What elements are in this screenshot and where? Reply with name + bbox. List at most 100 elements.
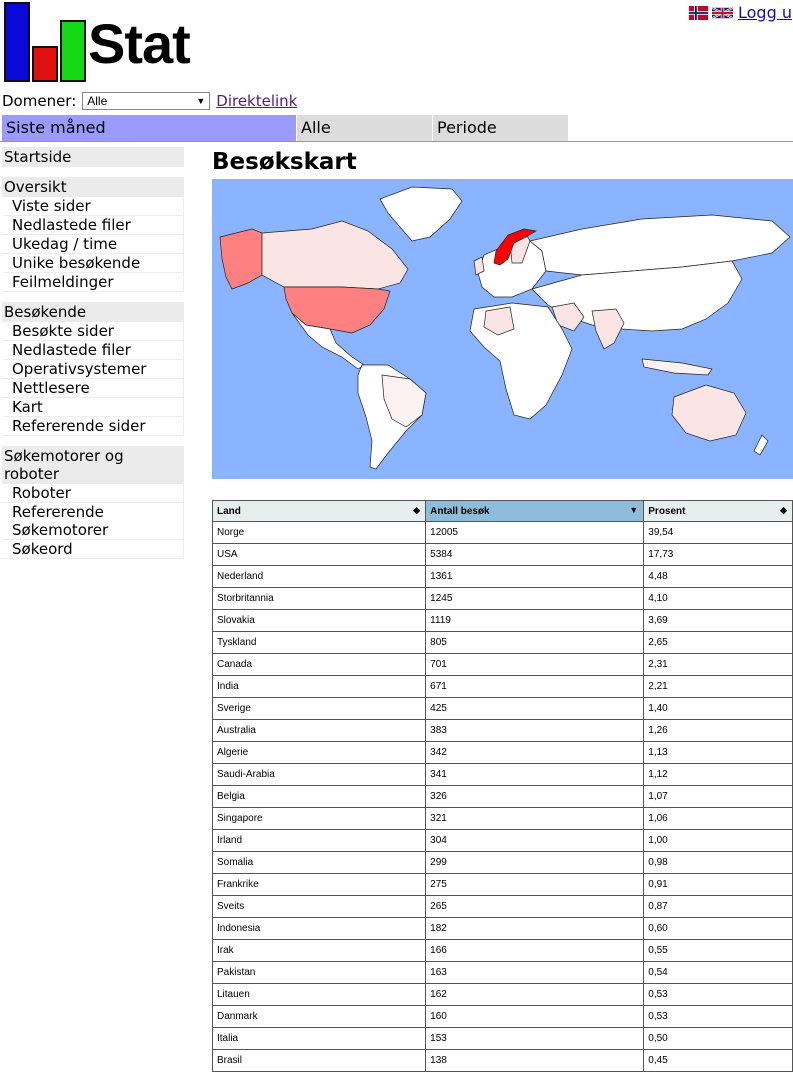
country-cell: Irak <box>211 939 427 962</box>
domain-filter-row: Domener: Alle ▼ Direktelink <box>2 91 297 111</box>
percent-cell: 2,21 <box>643 675 793 698</box>
sidebar-item-unike-besokende[interactable]: Unike besøkende <box>2 254 184 273</box>
map-region-alaska <box>219 228 263 290</box>
percent-cell: 1,40 <box>643 697 793 720</box>
country-cell: Storbritannia <box>211 587 427 610</box>
sidebar-item-operativsystemer[interactable]: Operativsystemer <box>2 360 184 379</box>
percent-cell: 39,54 <box>643 521 793 544</box>
sidebar-item-nedlastede-filer-2[interactable]: Nedlastede filer <box>2 341 184 360</box>
table-row: Litauen 162 0,53 <box>211 983 793 1006</box>
visits-cell: 182 <box>425 917 645 940</box>
visits-cell: 425 <box>425 697 645 720</box>
table-row: Belgia 326 1,07 <box>211 785 793 808</box>
visits-cell: 342 <box>425 741 645 764</box>
percent-cell: 1,07 <box>643 785 793 808</box>
percent-cell: 2,31 <box>643 653 793 676</box>
country-cell: Singapore <box>211 807 427 830</box>
table-row: Irland 304 1,00 <box>211 829 793 852</box>
tab-siste-maned[interactable]: Siste måned <box>2 115 296 141</box>
visits-cell: 153 <box>425 1027 645 1050</box>
sidebar-item-roboter[interactable]: Roboter <box>2 484 184 503</box>
table-row: Pakistan 163 0,54 <box>211 961 793 984</box>
direct-link[interactable]: Direktelink <box>216 92 297 110</box>
norwegian-flag-icon[interactable] <box>688 5 709 20</box>
sidebar-item-besokte-sider[interactable]: Besøkte sider <box>2 322 184 341</box>
percent-cell: 0,53 <box>643 983 793 1006</box>
percent-cell: 2,65 <box>643 631 793 654</box>
domain-select[interactable]: Alle ▼ <box>82 92 211 110</box>
table-row: Algerie 342 1,13 <box>211 741 793 764</box>
percent-cell: 0,55 <box>643 939 793 962</box>
map-region-indonesia <box>641 358 713 376</box>
table-row: Frankrike 275 0,91 <box>211 873 793 896</box>
table-row: Storbritannia 1245 4,10 <box>211 587 793 610</box>
visits-cell: 12005 <box>425 521 645 544</box>
visits-cell: 162 <box>425 983 645 1006</box>
domain-label: Domener: <box>2 92 77 110</box>
sort-both-icon: ◆ <box>780 505 787 515</box>
sidebar-item-nedlastede-filer[interactable]: Nedlastede filer <box>2 216 184 235</box>
visitor-world-map[interactable] <box>212 179 793 479</box>
map-region-russia <box>529 214 791 276</box>
country-cell: Slovakia <box>211 609 427 632</box>
period-tabs: Siste måned Alle Periode <box>0 115 793 142</box>
percent-cell: 1,12 <box>643 763 793 786</box>
visits-cell: 341 <box>425 763 645 786</box>
country-cell: Somalia <box>211 851 427 874</box>
percent-cell: 1,06 <box>643 807 793 830</box>
table-row: Australia 383 1,26 <box>211 719 793 742</box>
tab-alle[interactable]: Alle <box>297 115 432 141</box>
sidebar-item-feilmeldinger[interactable]: Feilmeldinger <box>2 273 184 292</box>
percent-cell: 0,60 <box>643 917 793 940</box>
sidebar-item-nettlesere[interactable]: Nettlesere <box>2 379 184 398</box>
tab-periode[interactable]: Periode <box>433 115 568 141</box>
column-header-antall-besok[interactable]: Antall besøk ▼ <box>425 500 645 522</box>
percent-cell: 0,91 <box>643 873 793 896</box>
table-row: Brasil 138 0,45 <box>211 1049 793 1072</box>
country-cell: Pakistan <box>211 961 427 984</box>
visits-cell: 160 <box>425 1005 645 1028</box>
table-row: Italia 153 0,50 <box>211 1027 793 1050</box>
country-cell: Saudi-Arabia <box>211 763 427 786</box>
map-region-usa <box>283 286 391 334</box>
logout-link[interactable]: Logg u <box>738 3 792 22</box>
sidebar-item-viste-sider[interactable]: Viste sider <box>2 197 184 216</box>
table-row: Danmark 160 0,53 <box>211 1005 793 1028</box>
country-cell: Litauen <box>211 983 427 1006</box>
visits-cell: 275 <box>425 873 645 896</box>
logo-bar-green <box>60 20 86 82</box>
sidebar-item-refererende-sokemotorer[interactable]: Refererende Søkemotorer <box>2 503 184 540</box>
table-row: Indonesia 182 0,60 <box>211 917 793 940</box>
percent-cell: 1,13 <box>643 741 793 764</box>
table-row: Saudi-Arabia 341 1,12 <box>211 763 793 786</box>
sidebar-item-refererende-sider[interactable]: Refererende sider <box>2 417 184 436</box>
sidebar-item-sokeord[interactable]: Søkeord <box>2 540 184 559</box>
sidebar-item-kart[interactable]: Kart <box>2 398 184 417</box>
map-region-australia <box>671 384 747 442</box>
percent-cell: 0,53 <box>643 1005 793 1028</box>
sidebar-item-ukedag-time[interactable]: Ukedag / time <box>2 235 184 254</box>
visits-cell: 383 <box>425 719 645 742</box>
country-cell: Canada <box>211 653 427 676</box>
visits-cell: 163 <box>425 961 645 984</box>
british-flag-icon[interactable] <box>711 5 734 20</box>
sort-both-icon: ◆ <box>413 505 421 515</box>
percent-cell: 4,48 <box>643 565 793 588</box>
sidebar-item-startside[interactable]: Startside <box>2 147 184 167</box>
map-region-new-zealand <box>753 434 769 456</box>
visits-cell: 671 <box>425 675 645 698</box>
country-cell: Sveits <box>211 895 427 918</box>
percent-cell: 17,73 <box>643 543 793 566</box>
table-row: USA 5384 17,73 <box>211 543 793 566</box>
table-row: Singapore 321 1,06 <box>211 807 793 830</box>
visits-cell: 304 <box>425 829 645 852</box>
column-header-prosent[interactable]: Prosent ◆ <box>643 500 793 522</box>
visits-cell: 701 <box>425 653 645 676</box>
table-row: Nederland 1361 4,48 <box>211 565 793 588</box>
country-cell: Italia <box>211 1027 427 1050</box>
percent-cell: 0,87 <box>643 895 793 918</box>
table-row: Tyskland 805 2,65 <box>211 631 793 654</box>
column-header-land[interactable]: Land ◆ <box>211 500 427 522</box>
visits-cell: 265 <box>425 895 645 918</box>
visits-cell: 1119 <box>425 609 645 632</box>
